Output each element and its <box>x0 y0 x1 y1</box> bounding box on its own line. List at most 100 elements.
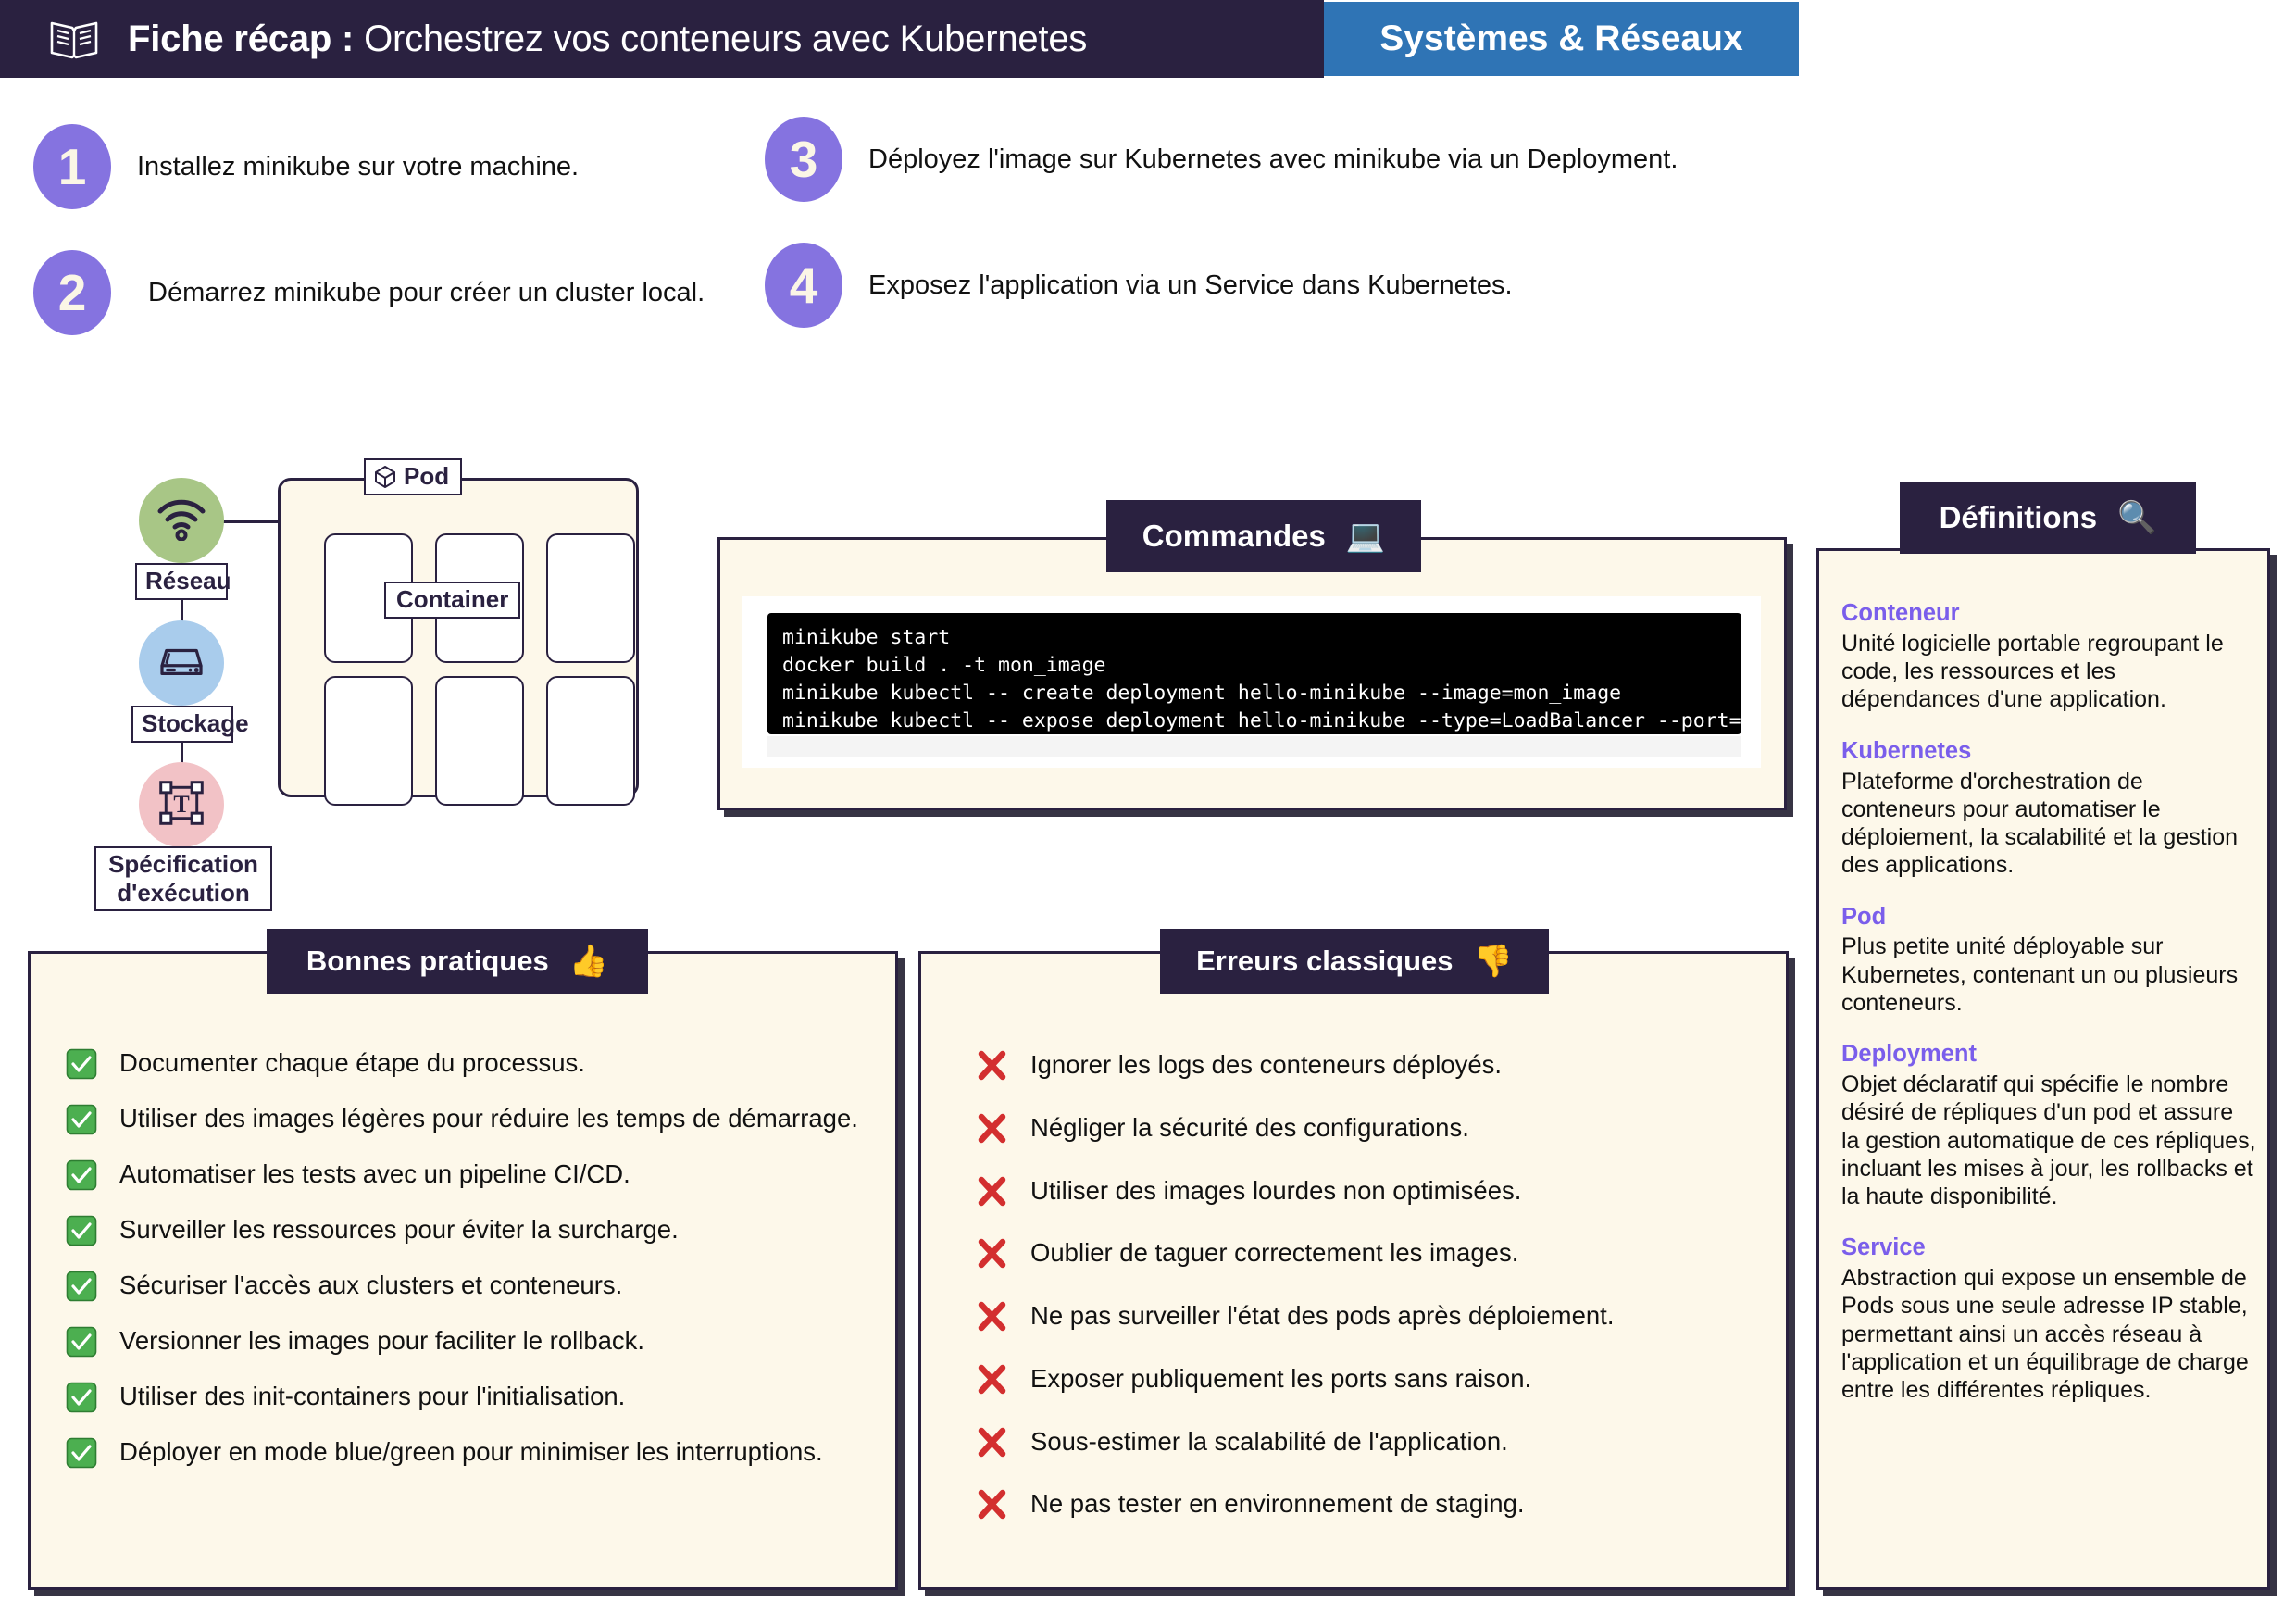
hard-drive-icon <box>156 642 206 685</box>
step-text: Démarrez minikube pour créer un cluster … <box>148 277 705 307</box>
check-icon <box>66 1104 101 1135</box>
commands-white-area: minikube start docker build . -t mon_ima… <box>742 596 1761 768</box>
list-item: Exposer publiquement les ports sans rais… <box>977 1362 1754 1396</box>
definition-term: Conteneur <box>1841 600 1960 626</box>
cross-icon <box>977 1113 1012 1144</box>
open-book-icon <box>48 16 100 62</box>
commands-tab: Commandes 💻 <box>1106 500 1421 572</box>
cross-icon <box>977 1301 1012 1332</box>
commands-panel: minikube start docker build . -t mon_ima… <box>718 537 1787 810</box>
definition-description: Plateforme d'orchestration de conteneurs… <box>1841 768 2239 879</box>
definition-description: Plus petite unité déployable sur Kuberne… <box>1841 933 2239 1016</box>
definition-entry: Conteneur Unité logicielle portable regr… <box>1841 599 2256 714</box>
cross-icon <box>977 1050 1012 1081</box>
step-3: 3 Déployez l'image sur Kubernetes avec m… <box>765 117 1678 202</box>
steps-section: 1 Installez minikube sur votre machine. … <box>0 109 2296 335</box>
cube-icon <box>373 465 397 489</box>
list-item-text: Automatiser les tests avec un pipeline C… <box>119 1159 630 1188</box>
list-item: Surveiller les ressources pour éviter la… <box>66 1213 871 1246</box>
check-icon <box>66 1048 101 1080</box>
container-cell <box>546 533 635 663</box>
thumbs-up-icon: 👍 <box>568 944 609 979</box>
definition-entry: Kubernetes Plateforme d'orchestration de… <box>1841 737 2256 880</box>
svg-text:T: T <box>173 791 189 818</box>
step-text: Déployez l'image sur Kubernetes avec min… <box>868 144 1678 174</box>
definitions-panel: Conteneur Unité logicielle portable regr… <box>1816 548 2270 1590</box>
container-cell <box>435 676 524 806</box>
common-errors-tab: Erreurs classiques 👎 <box>1160 929 1549 994</box>
definition-description: Objet déclaratif qui spécifie le nombre … <box>1841 1071 2256 1209</box>
list-item-text: Ne pas tester en environnement de stagin… <box>1030 1489 1525 1519</box>
step-1: 1 Installez minikube sur votre machine. <box>33 124 579 209</box>
definition-entry: Pod Plus petite unité déployable sur Kub… <box>1841 903 2256 1018</box>
list-item: Ne pas tester en environnement de stagin… <box>977 1487 1754 1521</box>
terminal-block: minikube start docker build . -t mon_ima… <box>767 613 1741 734</box>
spec-label-line1: Spécification <box>108 850 258 878</box>
best-practices-tab-label: Bonnes pratiques <box>306 945 549 977</box>
definition-description: Unité logicielle portable regroupant le … <box>1841 630 2224 713</box>
list-item: Ignorer les logs des conteneurs déployés… <box>977 1048 1754 1082</box>
step-text: Installez minikube sur votre machine. <box>137 151 580 182</box>
terminal-line: docker build . -t mon_image <box>782 654 1106 678</box>
definitions-list: Conteneur Unité logicielle portable regr… <box>1841 599 2256 1427</box>
check-icon <box>66 1326 101 1358</box>
list-item-text: Utiliser des images légères pour réduire… <box>119 1104 858 1133</box>
check-icon <box>66 1382 101 1413</box>
cross-icon <box>977 1427 1012 1458</box>
wifi-icon <box>156 496 207 545</box>
text-spec-icon: T <box>157 779 206 832</box>
container-cell <box>324 676 413 806</box>
definition-entry: Service Abstraction qui expose un ensemb… <box>1841 1233 2256 1404</box>
list-item-text: Surveiller les ressources pour éviter la… <box>119 1215 679 1244</box>
list-item-text: Sous-estimer la scalabilité de l'applica… <box>1030 1426 1508 1456</box>
terminal-line: minikube kubectl -- create deployment he… <box>782 682 1622 706</box>
check-icon <box>66 1215 101 1246</box>
list-item: Utiliser des images légères pour réduire… <box>66 1102 871 1135</box>
list-item: Oublier de taguer correctement les image… <box>977 1236 1754 1270</box>
list-item-text: Utiliser des init-containers pour l'init… <box>119 1382 626 1410</box>
list-item: Utiliser des images lourdes non optimisé… <box>977 1174 1754 1208</box>
check-icon <box>66 1271 101 1302</box>
definition-entry: Deployment Objet déclaratif qui spécifie… <box>1841 1040 2256 1210</box>
network-node-label: Réseau <box>135 563 231 600</box>
cross-icon <box>977 1489 1012 1520</box>
list-item: Négliger la sécurité des configurations. <box>977 1111 1754 1145</box>
pod-label: Pod <box>364 458 463 495</box>
page-title: Fiche récap : Orchestrez vos conteneurs … <box>128 19 1087 60</box>
list-item: Versionner les images pour faciliter le … <box>66 1324 871 1358</box>
page-title-bold: Fiche récap : <box>128 18 355 59</box>
list-item: Sécuriser l'accès aux clusters et conten… <box>66 1269 871 1302</box>
step-2: 2 Démarrez minikube pour créer un cluste… <box>33 250 705 335</box>
list-item-text: Sécuriser l'accès aux clusters et conten… <box>119 1271 623 1299</box>
list-item-text: Versionner les images pour faciliter le … <box>119 1326 645 1355</box>
list-item-text: Utiliser des images lourdes non optimisé… <box>1030 1175 1522 1205</box>
laptop-icon: 💻 <box>1345 519 1386 554</box>
definition-term: Pod <box>1841 903 1887 930</box>
page-title-rest: Orchestrez vos conteneurs avec Kubernete… <box>354 18 1088 59</box>
best-practices-tab: Bonnes pratiques 👍 <box>267 929 648 994</box>
step-number-badge: 4 <box>765 243 842 328</box>
header-bar: Fiche récap : Orchestrez vos conteneurs … <box>0 0 1324 78</box>
definition-description: Abstraction qui expose un ensemble de Po… <box>1841 1265 2249 1404</box>
terminal-footer-strip <box>767 736 1741 757</box>
common-errors-list: Ignorer les logs des conteneurs déployés… <box>977 1048 1754 1550</box>
best-practices-list: Documenter chaque étape du processus. Ut… <box>66 1046 871 1491</box>
check-icon <box>66 1437 101 1469</box>
cross-icon <box>977 1238 1012 1269</box>
definitions-tab-label: Définitions <box>1939 500 2098 534</box>
common-errors-tab-label: Erreurs classiques <box>1196 945 1454 977</box>
list-item: Automatiser les tests avec un pipeline C… <box>66 1158 871 1191</box>
list-item: Utiliser des init-containers pour l'init… <box>66 1380 871 1413</box>
step-text: Exposez l'application via un Service dan… <box>868 269 1513 300</box>
list-item-text: Ne pas surveiller l'état des pods après … <box>1030 1301 1615 1330</box>
pod-label-text: Pod <box>404 462 450 490</box>
list-item-text: Documenter chaque étape du processus. <box>119 1048 585 1077</box>
magnifier-icon: 🔍 <box>2117 500 2157 535</box>
check-icon <box>66 1159 101 1191</box>
thumbs-down-icon: 👎 <box>1473 944 1513 979</box>
storage-node-label: Stockage <box>131 706 249 743</box>
list-item: Sous-estimer la scalabilité de l'applica… <box>977 1425 1754 1459</box>
step-number-badge: 1 <box>33 124 111 209</box>
list-item: Documenter chaque étape du processus. <box>66 1046 871 1080</box>
list-item-text: Négliger la sécurité des configurations. <box>1030 1112 1469 1142</box>
